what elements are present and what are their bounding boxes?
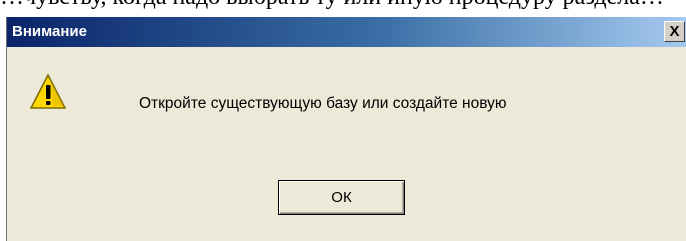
ok-button[interactable]: ОК [278, 180, 405, 215]
dialog-message: Откройте существующую базу или создайте … [139, 95, 507, 112]
dialog-title: Внимание [12, 23, 87, 40]
warning-dialog: Внимание X Откройте существующую базу ил… [6, 17, 686, 241]
dialog-titlebar[interactable]: Внимание X [7, 17, 686, 47]
warning-icon [29, 73, 67, 109]
document-text-fragment: …чувству, когда надо выбрать ту или иную… [0, 0, 686, 11]
screenshot-root: …чувству, когда надо выбрать ту или иную… [0, 0, 686, 241]
close-icon: X [669, 23, 680, 40]
close-button[interactable]: X [664, 21, 685, 42]
